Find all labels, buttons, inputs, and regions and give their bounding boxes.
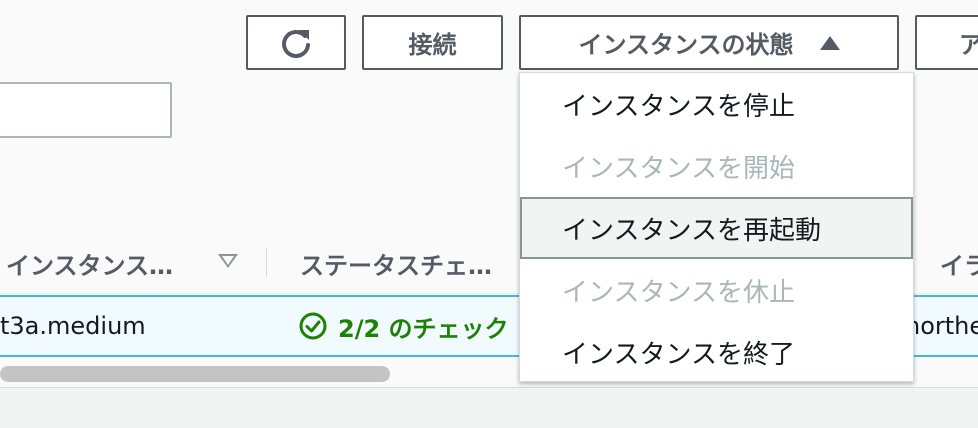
status-check-text: 2/2 のチェック [338,314,509,343]
menu-item-hibernate-instance: インスタンスを休止 [562,277,795,308]
search-input[interactable] [0,82,172,138]
menu-item-stop-instance[interactable]: インスタンスを停止 [520,73,913,135]
actions-label: ア [959,25,978,60]
horizontal-scrollbar[interactable] [0,366,390,382]
menu-item-start-instance: インスタンスを開始 [562,153,795,184]
instance-state-menu: インスタンスを停止 インスタンスを開始 インスタンスを再起動 インスタンスを休止… [519,72,914,382]
instance-state-label: インスタンスの状態 [578,32,794,59]
column-header-availability-zone[interactable]: イラビ [940,232,978,294]
instance-state-button[interactable]: インスタンスの状態 [519,15,899,70]
connect-label: 接続 [408,32,457,59]
column-header-instance-type[interactable]: インスタンス… [6,232,246,294]
column-divider[interactable] [266,247,267,277]
connect-button[interactable]: 接続 [362,15,503,70]
menu-item-terminate-instance[interactable]: インスタンスを終了 [520,321,913,383]
cell-status-check: 2/2 のチェック [298,297,509,355]
caret-up-icon [819,35,840,50]
cell-availability-zone: northe [905,312,978,340]
actions-button[interactable]: ア [915,15,978,70]
menu-item-reboot-instance[interactable]: インスタンスを再起動 [520,197,913,259]
cell-instance-type: t3a.medium [0,312,146,340]
sort-down-icon[interactable] [218,254,238,268]
column-header-status-check[interactable]: ステータスチェ… [300,232,520,294]
check-circle-icon [299,312,327,340]
refresh-button[interactable] [246,15,346,70]
refresh-icon [282,29,310,58]
